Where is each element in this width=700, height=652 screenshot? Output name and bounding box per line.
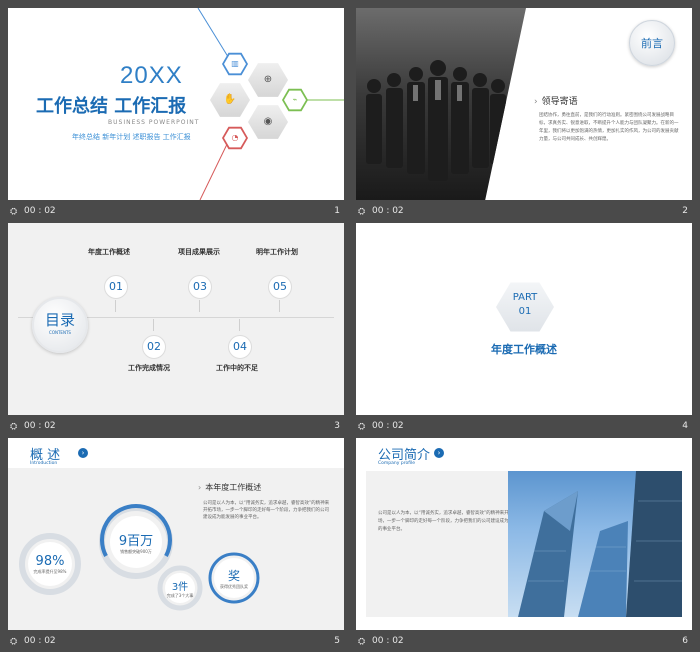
business-team-photo bbox=[356, 8, 526, 200]
stat-value: 3件 bbox=[171, 582, 189, 593]
stat-circle-2: 9百万 销售额突破900万 bbox=[110, 516, 162, 568]
year-text: 20XX bbox=[120, 62, 183, 89]
slide-number: 1 bbox=[334, 206, 340, 216]
slide-number: 3 bbox=[334, 421, 340, 431]
menu-node-04: 04 bbox=[228, 335, 252, 359]
slide-5-canvas: 概 述 › Introduction › 本年度工作概述 公司是以人为本，以“用诚… bbox=[8, 438, 344, 630]
slide-transition-indicator: ⛭ 00 : 02 bbox=[358, 636, 404, 647]
slide-heading-en: Company profile bbox=[378, 461, 416, 466]
chevron-right-icon: › bbox=[534, 97, 538, 107]
slide-thumbnail-5[interactable]: 概 述 › Introduction › 本年度工作概述 公司是以人为本，以“用诚… bbox=[8, 438, 344, 652]
contents-subtitle: CONTENTS bbox=[49, 330, 71, 335]
menu-label-02: 工作完成情况 bbox=[128, 364, 170, 372]
preface-badge: 前言 bbox=[629, 20, 675, 66]
menu-node-02: 02 bbox=[142, 335, 166, 359]
slide-number: 5 bbox=[334, 636, 340, 646]
transition-icon: ⛭ bbox=[10, 206, 18, 217]
slide-title: 工作总结 工作汇报 bbox=[36, 96, 187, 117]
slide-6-canvas: 公司简介 › Company profile 公司是以人为本，以“用诚务实，追求… bbox=[356, 438, 692, 630]
part-label: PART 01 bbox=[506, 291, 544, 319]
slide-time: 00 : 02 bbox=[372, 206, 404, 216]
transition-icon: ⛭ bbox=[358, 421, 366, 432]
stat-desc: 完成率提升至98% bbox=[33, 569, 67, 574]
team-silhouettes bbox=[366, 60, 506, 181]
menu-node-03: 03 bbox=[188, 275, 212, 299]
slide-transition-indicator: ⛭ 00 : 02 bbox=[358, 206, 404, 217]
timeline-tick bbox=[115, 300, 116, 312]
transition-icon: ⛭ bbox=[10, 421, 18, 432]
slide-time: 00 : 02 bbox=[372, 636, 404, 646]
slide-thumbnail-2[interactable]: 前言 › 领导寄语 团结协作，勇往直前，是我们的行动准则。紧密围绕公司发展战略目标… bbox=[356, 8, 692, 222]
slide-2-canvas: 前言 › 领导寄语 团结协作，勇往直前，是我们的行动准则。紧密围绕公司发展战略目标… bbox=[356, 8, 692, 200]
stat-circle-1: 98% 完成率提升至98% bbox=[28, 542, 72, 586]
transition-icon: ⛭ bbox=[358, 636, 366, 647]
stat-circle-4: 奖 获得优秀团队奖 bbox=[214, 558, 254, 598]
slide-time: 00 : 02 bbox=[24, 206, 56, 216]
timeline-tick bbox=[279, 300, 280, 312]
slide-transition-indicator: ⛭ 00 : 02 bbox=[10, 206, 56, 217]
slide-time: 00 : 02 bbox=[24, 636, 56, 646]
menu-label-03: 项目成果展示 bbox=[178, 248, 220, 256]
slide-number: 6 bbox=[682, 636, 688, 646]
stat-circle-3: 3件 完成了3个大事 bbox=[165, 573, 195, 603]
stat-desc: 获得优秀团队奖 bbox=[220, 584, 248, 589]
timeline-tick bbox=[199, 300, 200, 312]
timeline-tick bbox=[153, 319, 154, 331]
stat-value: 9百万 bbox=[118, 534, 154, 549]
slide-transition-indicator: ⛭ 00 : 02 bbox=[10, 421, 56, 432]
section-heading: › 领导寄语 bbox=[534, 97, 578, 107]
slide-4-canvas: PART 01 年度工作概述 bbox=[356, 223, 692, 415]
slide-transition-indicator: ⛭ 00 : 02 bbox=[358, 421, 404, 432]
body-text: 公司是以人为本，以“用诚务实，追求卓越，睿智高效”的精神来开拓市场，一步一个脚印… bbox=[378, 511, 522, 532]
part-text: PART bbox=[512, 292, 538, 303]
contents-circle: 目录 CONTENTS bbox=[32, 297, 88, 353]
slide-thumbnail-1[interactable]: ▥ ⊕ ✋ ◉ ⌁ ◔ 20XX 工作总结 工作汇报 BUSINESS POWE… bbox=[8, 8, 344, 222]
tag-line: 年终总结 新年计划 述职报告 工作汇报 bbox=[72, 133, 191, 141]
menu-label-05: 明年工作计划 bbox=[256, 248, 298, 256]
section-title: 年度工作概述 bbox=[491, 343, 557, 356]
skyscraper-shapes bbox=[518, 471, 682, 617]
slide-time: 00 : 02 bbox=[24, 421, 56, 431]
slide-thumbnail-6[interactable]: 公司简介 › Company profile 公司是以人为本，以“用诚务实，追求… bbox=[356, 438, 692, 652]
arrow-right-icon: › bbox=[434, 448, 444, 458]
body-text: 团结协作，勇往直前，是我们的行动准则。紧密围绕公司发展战略目标，求真务实、锐意进… bbox=[539, 113, 679, 142]
slide-time: 00 : 02 bbox=[372, 421, 404, 431]
skyscraper-photo bbox=[508, 471, 682, 617]
stat-value: 奖 bbox=[227, 569, 240, 583]
menu-label-04: 工作中的不足 bbox=[216, 364, 258, 372]
timeline-tick bbox=[239, 319, 240, 331]
slide-1-canvas: ▥ ⊕ ✋ ◉ ⌁ ◔ 20XX 工作总结 工作汇报 BUSINESS POWE… bbox=[8, 8, 344, 200]
part-number: 01 bbox=[518, 306, 532, 317]
slide-subtitle: BUSINESS POWERPOINT bbox=[108, 119, 200, 126]
menu-node-01: 01 bbox=[104, 275, 128, 299]
transition-icon: ⛭ bbox=[358, 206, 366, 217]
stat-value: 98% bbox=[35, 554, 65, 569]
menu-label-01: 年度工作概述 bbox=[88, 248, 130, 256]
slide-thumbnail-4[interactable]: PART 01 年度工作概述 ⛭ 00 : 02 4 bbox=[356, 223, 692, 437]
stat-desc: 完成了3个大事 bbox=[166, 593, 194, 598]
contents-title: 目录 bbox=[44, 311, 75, 329]
slide-transition-indicator: ⛭ 00 : 02 bbox=[10, 636, 56, 647]
transition-icon: ⛭ bbox=[10, 636, 18, 647]
slide-number: 2 bbox=[682, 206, 688, 216]
slide-number: 4 bbox=[682, 421, 688, 431]
slide-thumbnail-3[interactable]: 目录 CONTENTS 年度工作概述 01 02 工作完成情况 项目成果展示 0… bbox=[8, 223, 344, 437]
slide-3-canvas: 目录 CONTENTS 年度工作概述 01 02 工作完成情况 项目成果展示 0… bbox=[8, 223, 344, 415]
stat-desc: 销售额突破900万 bbox=[120, 549, 152, 554]
menu-node-05: 05 bbox=[268, 275, 292, 299]
